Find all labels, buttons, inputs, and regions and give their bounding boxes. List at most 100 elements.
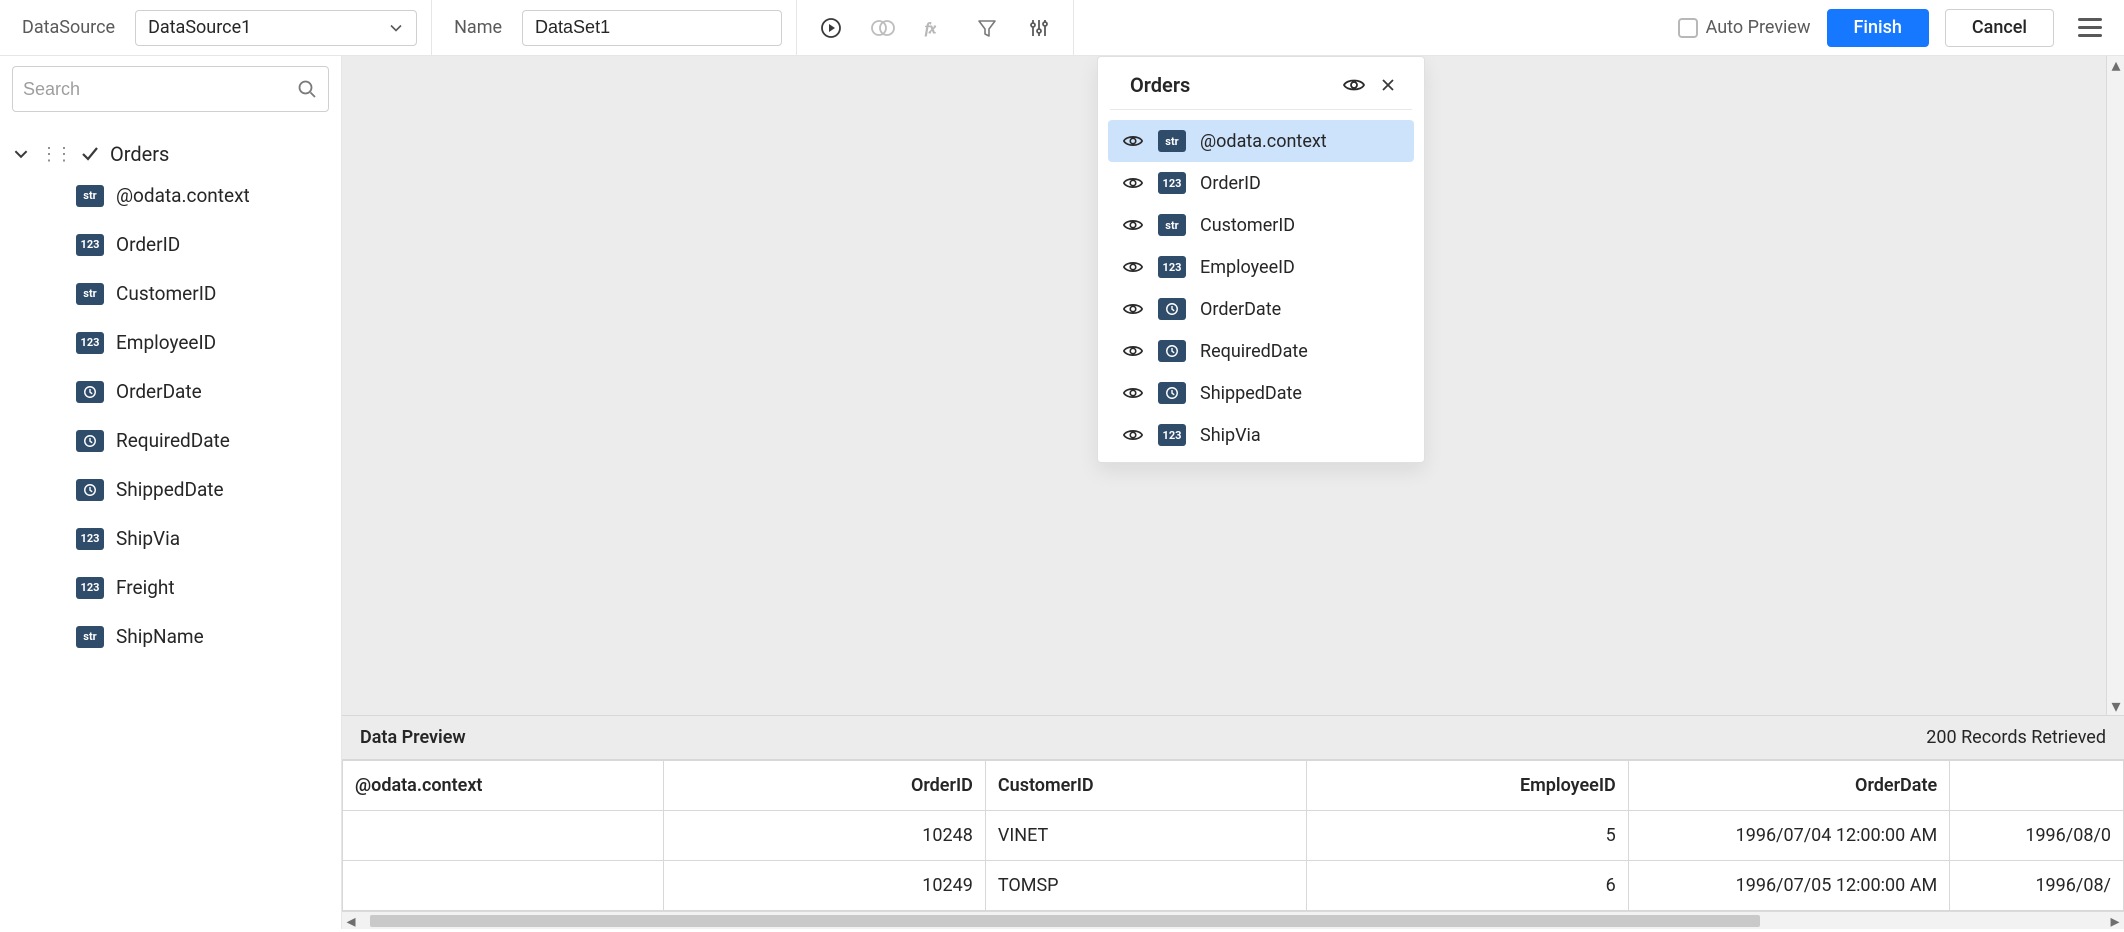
tree-field[interactable]: 123 ShipVia [76, 527, 329, 550]
tree-root-label: Orders [110, 142, 169, 166]
type-number-icon: 123 [76, 528, 104, 550]
chevron-down-icon[interactable] [12, 145, 30, 163]
field-label: CustomerID [116, 282, 216, 305]
field-visibility-icon[interactable] [1122, 340, 1144, 362]
table-cell [343, 811, 664, 861]
tree-root-row[interactable]: ⋮⋮ Orders [12, 134, 329, 184]
preview-header: Data Preview 200 Records Retrieved [342, 716, 2124, 760]
settings-sliders-button[interactable] [1019, 8, 1059, 48]
table-cell: 1996/07/04 12:00:00 AM [1628, 811, 1949, 861]
field-label: OrderID [1200, 173, 1261, 194]
search-field[interactable] [12, 66, 329, 112]
tree-field[interactable]: 123OrderID [76, 233, 329, 256]
right-area: Orders str@odata.context123OrderIDstrCus… [342, 56, 2124, 929]
scroll-up-arrow-icon[interactable]: ▴ [2107, 56, 2124, 74]
drag-grip-icon[interactable]: ⋮⋮ [40, 144, 70, 165]
column-header[interactable]: CustomerID [985, 761, 1306, 811]
horizontal-scrollbar[interactable]: ◂ ▸ [342, 911, 2124, 929]
field-label: ShipVia [116, 527, 180, 550]
card-field-row[interactable]: ShippedDate [1108, 372, 1414, 414]
tree-field[interactable]: str CustomerID [76, 282, 329, 305]
type-number-icon: 123 [1158, 424, 1186, 446]
finish-button[interactable]: Finish [1827, 9, 1929, 47]
design-canvas[interactable]: Orders str@odata.context123OrderIDstrCus… [342, 56, 2124, 715]
field-visibility-icon[interactable] [1122, 382, 1144, 404]
column-header[interactable]: @odata.context [343, 761, 664, 811]
card-list: str@odata.context123OrderIDstrCustomerID… [1098, 120, 1424, 456]
vertical-scrollbar[interactable]: ▴ ▾ [2106, 56, 2124, 715]
type-string-icon: str [1158, 214, 1186, 236]
tree-field[interactable]: ShippedDate [76, 478, 329, 501]
type-date-icon [76, 381, 104, 403]
type-number-icon: 123 [76, 577, 104, 599]
card-field-row[interactable]: 123ShipVia [1108, 414, 1414, 456]
tree-field[interactable]: 123 Freight [76, 576, 329, 599]
table-cell: 1996/08/0 [1950, 811, 2124, 861]
close-button[interactable] [1380, 77, 1396, 93]
table-cell: 10249 [664, 861, 985, 911]
scroll-left-arrow-icon[interactable]: ◂ [342, 912, 360, 930]
filter-button[interactable] [967, 8, 1007, 48]
dataset-name-input[interactable] [522, 10, 782, 46]
tree: ⋮⋮ Orders str@odata.context 123OrderID str… [12, 134, 329, 648]
column-header[interactable]: OrderID [664, 761, 985, 811]
field-visibility-icon[interactable] [1122, 256, 1144, 278]
fx-button[interactable]: fx [915, 8, 955, 48]
type-string-icon: str [1158, 130, 1186, 152]
tree-field[interactable]: str@odata.context [76, 184, 329, 207]
chevron-down-icon [388, 20, 404, 36]
column-header[interactable]: EmployeeID [1307, 761, 1628, 811]
preview-table: @odata.contextOrderIDCustomerIDEmployeeI… [342, 760, 2124, 911]
table-cell: TOMSP [985, 861, 1306, 911]
scroll-down-arrow-icon[interactable]: ▾ [2107, 697, 2124, 715]
cancel-button[interactable]: Cancel [1945, 9, 2054, 47]
type-number-icon: 123 [76, 332, 104, 354]
tree-field[interactable]: str ShipName [76, 625, 329, 648]
search-icon [296, 78, 318, 100]
card-field-row[interactable]: 123EmployeeID [1108, 246, 1414, 288]
field-label: Freight [116, 576, 175, 599]
card-field-row[interactable]: RequiredDate [1108, 330, 1414, 372]
field-visibility-icon[interactable] [1122, 424, 1144, 446]
auto-preview-label: Auto Preview [1706, 17, 1811, 38]
type-string-icon: str [76, 185, 104, 207]
card-field-row[interactable]: 123OrderID [1108, 162, 1414, 204]
field-label: EmployeeID [116, 331, 216, 354]
name-section: Name [432, 0, 797, 55]
tree-field[interactable]: RequiredDate [76, 429, 329, 452]
svg-text:fx: fx [925, 21, 936, 37]
field-visibility-icon[interactable] [1122, 214, 1144, 236]
menu-button[interactable] [2070, 18, 2110, 37]
table-cell: VINET [985, 811, 1306, 861]
search-input[interactable] [23, 79, 296, 100]
visibility-toggle-icon[interactable] [1342, 73, 1366, 97]
field-label: RequiredDate [1200, 341, 1308, 362]
column-header[interactable] [1950, 761, 2124, 811]
run-button[interactable] [811, 8, 851, 48]
join-button[interactable] [863, 8, 903, 48]
table-row[interactable]: 10249TOMSP61996/07/05 12:00:00 AM1996/08… [343, 861, 2124, 911]
field-label: RequiredDate [116, 429, 230, 452]
datasource-select[interactable]: DataSource1 [135, 10, 417, 46]
tree-field[interactable]: OrderDate [76, 380, 329, 403]
auto-preview-checkbox[interactable]: Auto Preview [1678, 17, 1811, 38]
type-date-icon [1158, 340, 1186, 362]
card-field-row[interactable]: str@odata.context [1108, 120, 1414, 162]
card-title: Orders [1130, 73, 1342, 97]
preview-grid: @odata.contextOrderIDCustomerIDEmployeeI… [342, 760, 2124, 911]
datasource-section: DataSource DataSource1 [0, 0, 432, 55]
scroll-right-arrow-icon[interactable]: ▸ [2106, 912, 2124, 930]
type-string-icon: str [76, 283, 104, 305]
card-field-row[interactable]: OrderDate [1108, 288, 1414, 330]
field-visibility-icon[interactable] [1122, 172, 1144, 194]
field-label: ShippedDate [1200, 383, 1302, 404]
scrollbar-thumb[interactable] [370, 915, 1760, 927]
type-string-icon: str [76, 626, 104, 648]
column-header[interactable]: OrderDate [1628, 761, 1949, 811]
field-label: ShipName [116, 625, 204, 648]
field-visibility-icon[interactable] [1122, 298, 1144, 320]
field-visibility-icon[interactable] [1122, 130, 1144, 152]
tree-field[interactable]: 123 EmployeeID [76, 331, 329, 354]
card-field-row[interactable]: strCustomerID [1108, 204, 1414, 246]
table-row[interactable]: 10248VINET51996/07/04 12:00:00 AM1996/08… [343, 811, 2124, 861]
